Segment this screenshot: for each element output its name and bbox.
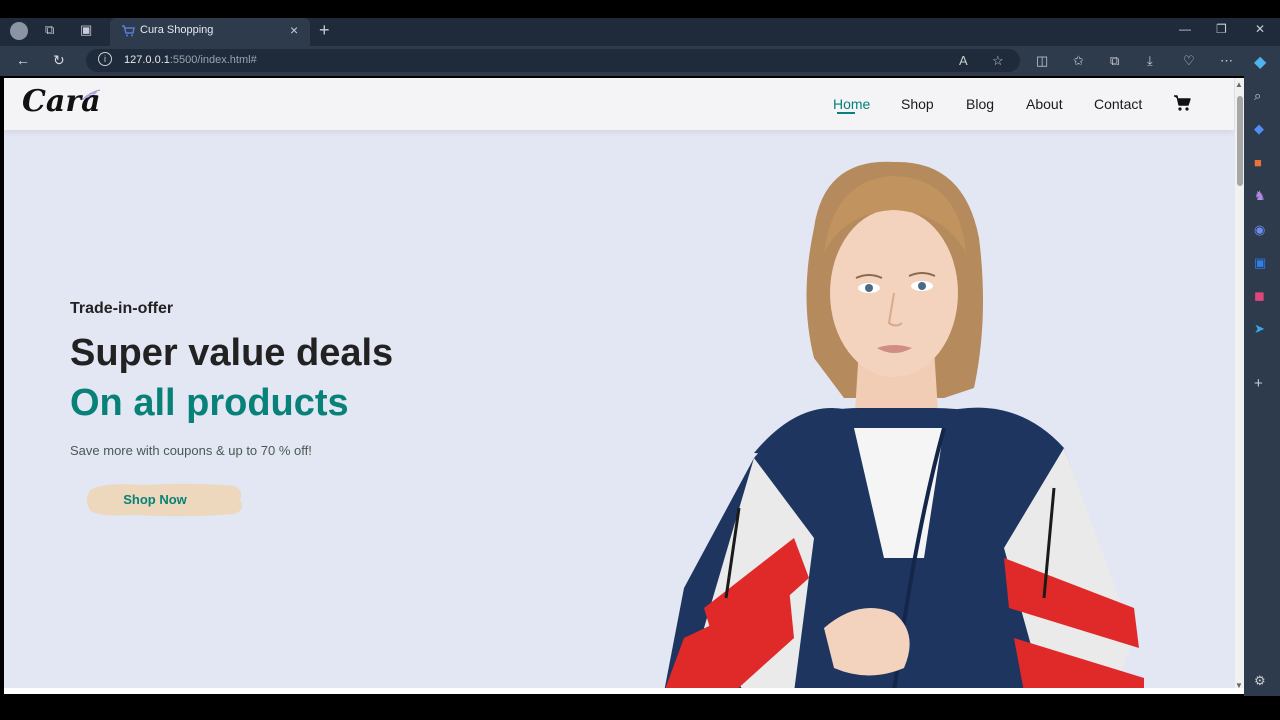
favorite-star-icon[interactable]: ☆ [992, 53, 1004, 69]
minimize-button[interactable]: — [1179, 22, 1191, 36]
nav-shop[interactable]: Shop [901, 96, 934, 112]
read-aloud-icon[interactable]: A [959, 53, 968, 68]
tools-icon[interactable]: ■ [1254, 155, 1262, 170]
tab-title: Cura Shopping [140, 24, 214, 36]
shop-now-button[interactable]: Shop Now [84, 480, 246, 520]
more-icon[interactable]: ⋯ [1220, 53, 1233, 69]
office-icon[interactable]: ◼ [1254, 288, 1265, 304]
search-icon[interactable]: ⌕ [1254, 88, 1261, 104]
tab-close-icon[interactable]: × [290, 22, 298, 38]
scroll-thumb[interactable] [1237, 96, 1243, 186]
nav-contact[interactable]: Contact [1094, 96, 1142, 112]
nav-blog[interactable]: Blog [966, 96, 994, 112]
site-header: Cara Home Shop Blog About Contact [4, 78, 1234, 130]
settings-icon[interactable]: ⚙ [1254, 673, 1266, 689]
logo-leaf-icon [81, 89, 101, 101]
games-icon[interactable]: ♞ [1254, 188, 1266, 204]
restore-button[interactable]: ❐ [1216, 22, 1227, 36]
nav-about[interactable]: About [1026, 96, 1063, 112]
url-text[interactable]: 127.0.0.1:5500/index.html# [124, 54, 257, 66]
cart-icon[interactable] [1173, 94, 1191, 112]
hero-title-highlight: On all products [70, 382, 349, 424]
hero-subtitle: Trade-in-offer [70, 300, 174, 317]
downloads-icon[interactable]: ⤓ [1147, 53, 1153, 69]
outlook-icon[interactable]: ▣ [1254, 255, 1266, 271]
workspaces-icon[interactable]: ⧉ [45, 22, 54, 38]
copilot-icon[interactable]: ◆ [1254, 52, 1266, 72]
hero-title: Super value deals [70, 332, 394, 374]
collections-icon[interactable]: ⧉ [1110, 53, 1119, 69]
split-screen-icon[interactable]: ◫ [1036, 53, 1048, 69]
shopping-tag-icon[interactable]: ◆ [1254, 121, 1264, 137]
nav-home[interactable]: Home [833, 96, 870, 112]
profile-avatar[interactable] [10, 22, 28, 40]
edge-drop-icon[interactable]: ◉ [1254, 222, 1265, 238]
close-window-button[interactable]: ✕ [1255, 22, 1265, 36]
scroll-up-icon[interactable]: ▲ [1235, 80, 1243, 89]
web-page: Cara Home Shop Blog About Contact Trade-… [4, 78, 1244, 692]
screen: ⧉ ▣ Cura Shopping × + — ❐ ✕ ← ↻ i 127.0.… [0, 0, 1280, 720]
vertical-scrollbar[interactable]: ▲ ▼ [1235, 78, 1244, 692]
add-icon[interactable]: + [1254, 375, 1263, 392]
shop-now-label: Shop Now [123, 492, 187, 507]
tab-actions-icon[interactable]: ▣ [80, 22, 92, 38]
favorites-icon[interactable]: ✩ [1073, 53, 1084, 69]
back-icon[interactable]: ← [16, 52, 30, 68]
site-info-icon[interactable]: i [98, 52, 112, 66]
refresh-icon[interactable]: ↻ [53, 52, 65, 69]
new-tab-button[interactable]: + [319, 20, 330, 41]
browser-essentials-icon[interactable]: ♡ [1183, 53, 1195, 69]
hero-description: Save more with coupons & up to 70 % off! [70, 443, 312, 458]
page-bottom-edge [4, 688, 1244, 694]
url-path: :5500/index.html# [169, 54, 257, 66]
url-host: 127.0.0.1 [124, 54, 170, 66]
cart-favicon-icon [122, 25, 135, 37]
telegram-icon[interactable]: ➤ [1254, 321, 1265, 337]
hero-model-image [664, 161, 1144, 692]
nav-active-underline [837, 112, 855, 114]
